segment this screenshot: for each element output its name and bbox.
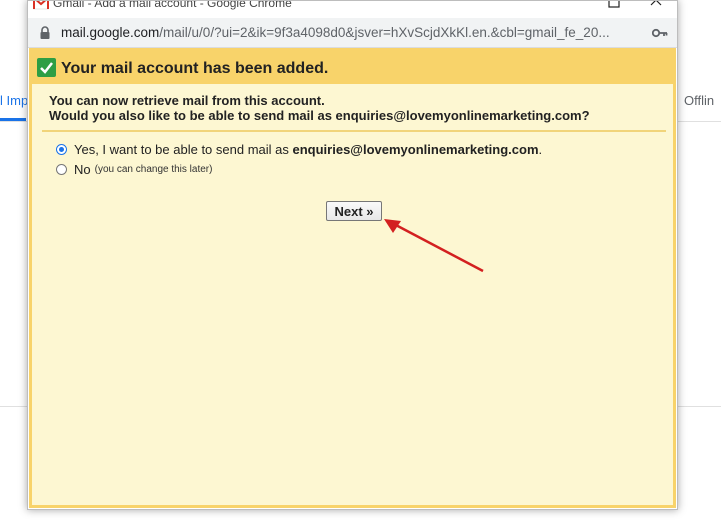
next-button[interactable]: Next » [326,201,382,221]
dialog-content: Your mail account has been added. You ca… [29,48,676,508]
intro-line-1: You can now retrieve mail from this acco… [49,93,325,108]
option-yes-email: enquiries@lovemyonlinemarketing.com [292,142,539,157]
option-no-note: (you can change this later) [94,164,213,175]
radio-no[interactable] [56,164,67,175]
window-title: Gmail - Add a mail account - Google Chro… [53,1,292,10]
annotation-arrow-icon [384,219,484,273]
address-bar[interactable]: mail.google.com/mail/u/0/?ui=2&ik=9f3a40… [28,18,677,48]
option-yes-suffix: . [538,142,543,157]
lock-icon [40,26,50,39]
url-path: /mail/u/0/?ui=2&ik=9f3a4098d0&jsver=hXvS… [159,25,610,40]
background-tab-offline[interactable]: Offlin [684,93,714,108]
radio-yes[interactable] [56,144,67,155]
dialog-title: Your mail account has been added. [61,60,329,77]
intro-line-2: Would you also like to be able to send m… [49,108,590,123]
separator [42,130,666,132]
background-tab-label[interactable]: l Imp [0,93,28,108]
option-yes-prefix: Yes, I want to be able to send mail as [74,142,293,157]
option-no[interactable]: No (you can change this later) [56,162,212,177]
key-icon[interactable] [652,28,668,38]
gmail-icon [33,1,49,10]
intro-text: You can now retrieve mail from this acco… [49,93,590,123]
url-domain: mail.google.com [61,25,160,40]
option-no-label: No [74,162,91,177]
window-titlebar[interactable]: Gmail - Add a mail account - Google Chro… [28,1,677,13]
url-text[interactable]: mail.google.com/mail/u/0/?ui=2&ik=9f3a40… [61,25,610,40]
option-yes[interactable]: Yes, I want to be able to send mail as e… [56,142,542,157]
popup-window: Gmail - Add a mail account - Google Chro… [27,0,678,510]
dialog-header: Your mail account has been added. [32,51,673,84]
maximize-icon[interactable] [606,1,622,11]
checkmark-icon [37,58,56,77]
option-yes-label: Yes, I want to be able to send mail as e… [74,142,542,157]
close-icon[interactable] [648,1,664,11]
